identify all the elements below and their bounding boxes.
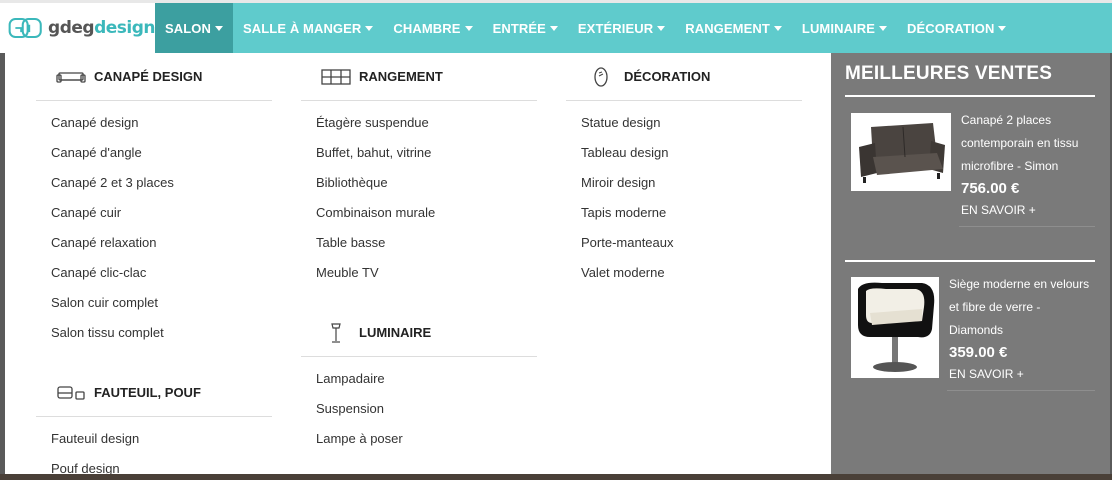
product-price: 756.00 €: [961, 180, 1020, 197]
menu-link[interactable]: Buffet, bahut, vitrine: [301, 137, 537, 167]
main-navbar: gdegdesign SALON SALLE À MANGER CHAMBRE …: [0, 0, 1112, 53]
menu-link[interactable]: Table basse: [301, 227, 537, 257]
menu-link[interactable]: Canapé clic-clac: [36, 257, 272, 287]
menu-link[interactable]: Miroir design: [566, 167, 802, 197]
menu-link[interactable]: Bibliothèque: [301, 167, 537, 197]
link-list-decoration: Statue design Tableau design Miroir desi…: [566, 101, 802, 287]
nav-menu: SALON SALLE À MANGER CHAMBRE ENTRÉE EXTÉ…: [155, 3, 1016, 53]
product-price: 359.00 €: [949, 344, 1008, 361]
divider: [947, 390, 1095, 391]
best-sellers-title: MEILLEURES VENTES: [845, 53, 1095, 97]
nav-item-entree[interactable]: ENTRÉE: [483, 3, 568, 53]
link-list-luminaire: Lampadaire Suspension Lampe à poser: [301, 357, 537, 453]
product-image[interactable]: [851, 277, 939, 378]
caret-down-icon: [773, 25, 782, 31]
sofa-icon: [56, 67, 86, 87]
page-background-strip: [0, 474, 1112, 480]
menu-link[interactable]: Canapé d'angle: [36, 137, 272, 167]
product-info: Siège moderne en velours et fibre de verr…: [949, 273, 1095, 381]
menu-link[interactable]: Statue design: [566, 107, 802, 137]
caret-down-icon: [464, 25, 473, 31]
caret-down-icon: [365, 25, 374, 31]
mega-menu-links-panel: CANAPÉ DESIGN Canapé design Canapé d'ang…: [5, 53, 831, 476]
menu-link[interactable]: Tapis moderne: [566, 197, 802, 227]
nav-item-salon[interactable]: SALON: [155, 3, 233, 53]
logo-mark-icon: [8, 17, 42, 39]
product-name[interactable]: Canapé 2 places contemporain en tissu micr…: [961, 109, 1095, 178]
category-heading-luminaire[interactable]: LUMINAIRE: [301, 309, 537, 357]
nav-item-rangement[interactable]: RANGEMENT: [675, 3, 792, 53]
menu-link[interactable]: Lampadaire: [301, 363, 537, 393]
sofa-photo-icon: [853, 117, 949, 187]
menu-link[interactable]: Canapé design: [36, 107, 272, 137]
menu-link[interactable]: Fauteuil design: [36, 423, 272, 453]
chair-photo-icon: [852, 278, 938, 377]
menu-link[interactable]: Suspension: [301, 393, 537, 423]
product-card-simon[interactable]: Canapé 2 places contemporain en tissu micr…: [845, 113, 1095, 233]
caret-down-icon: [215, 25, 223, 31]
nav-item-chambre[interactable]: CHAMBRE: [383, 3, 482, 53]
menu-link[interactable]: Étagère suspendue: [301, 107, 537, 137]
menu-link[interactable]: Canapé cuir: [36, 197, 272, 227]
menu-link[interactable]: Canapé relaxation: [36, 227, 272, 257]
menu-link[interactable]: Canapé 2 et 3 places: [36, 167, 272, 197]
nav-item-luminaire[interactable]: LUMINAIRE: [792, 3, 897, 53]
product-name[interactable]: Siège moderne en velours et fibre de verr…: [949, 273, 1095, 342]
caret-down-icon: [657, 25, 666, 31]
link-list-fauteuil: Fauteuil design Pouf design: [36, 417, 272, 480]
category-heading-fauteuil[interactable]: FAUTEUIL, POUF: [36, 369, 272, 417]
menu-link[interactable]: Valet moderne: [566, 257, 802, 287]
caret-down-icon: [549, 25, 558, 31]
category-title: FAUTEUIL, POUF: [94, 385, 201, 400]
menu-link[interactable]: Lampe à poser: [301, 423, 537, 453]
best-sellers-panel: MEILLEURES VENTES Canapé 2 places contemp…: [845, 53, 1095, 391]
caret-down-icon: [879, 25, 888, 31]
category-title: DÉCORATION: [624, 69, 711, 84]
link-list-canape: Canapé design Canapé d'angle Canapé 2 et…: [36, 101, 272, 347]
logo-text: gdegdesign: [48, 18, 155, 38]
category-title: CANAPÉ DESIGN: [94, 69, 203, 84]
floor-lamp-icon: [321, 322, 351, 343]
category-heading-canape[interactable]: CANAPÉ DESIGN: [36, 53, 272, 101]
menu-link[interactable]: Tableau design: [566, 137, 802, 167]
menu-column-rangement: RANGEMENT Étagère suspendue Buffet, bahu…: [301, 53, 537, 453]
menu-link[interactable]: Salon tissu complet: [36, 317, 272, 347]
mirror-icon: [586, 66, 616, 87]
learn-more-link[interactable]: EN SAVOIR +: [949, 367, 1095, 381]
menu-link[interactable]: Salon cuir complet: [36, 287, 272, 317]
shelf-icon: [321, 67, 351, 87]
product-info: Canapé 2 places contemporain en tissu micr…: [961, 109, 1095, 217]
armchair-icon: [56, 383, 86, 403]
section-divider: [845, 260, 1095, 262]
menu-column-salon: CANAPÉ DESIGN Canapé design Canapé d'ang…: [36, 53, 272, 480]
link-list-rangement: Étagère suspendue Buffet, bahut, vitrine…: [301, 101, 537, 287]
caret-down-icon: [998, 25, 1007, 31]
mega-menu-salon: CANAPÉ DESIGN Canapé design Canapé d'ang…: [5, 53, 1110, 476]
menu-link[interactable]: Meuble TV: [301, 257, 537, 287]
menu-link[interactable]: Combinaison murale: [301, 197, 537, 227]
nav-item-exterieur[interactable]: EXTÉRIEUR: [568, 3, 675, 53]
category-heading-rangement[interactable]: RANGEMENT: [301, 53, 537, 101]
product-image[interactable]: [851, 113, 951, 191]
category-heading-decoration[interactable]: DÉCORATION: [566, 53, 802, 101]
menu-column-decoration: DÉCORATION Statue design Tableau design …: [566, 53, 802, 287]
nav-item-salle-a-manger[interactable]: SALLE À MANGER: [233, 3, 383, 53]
site-logo[interactable]: gdegdesign: [0, 3, 155, 53]
product-card-diamonds[interactable]: Siège moderne en velours et fibre de verr…: [845, 277, 1095, 397]
menu-link[interactable]: Porte-manteaux: [566, 227, 802, 257]
category-title: RANGEMENT: [359, 69, 443, 84]
learn-more-link[interactable]: EN SAVOIR +: [961, 203, 1095, 217]
nav-item-decoration[interactable]: DÉCORATION: [897, 3, 1016, 53]
divider: [959, 226, 1095, 227]
category-title: LUMINAIRE: [359, 325, 432, 340]
